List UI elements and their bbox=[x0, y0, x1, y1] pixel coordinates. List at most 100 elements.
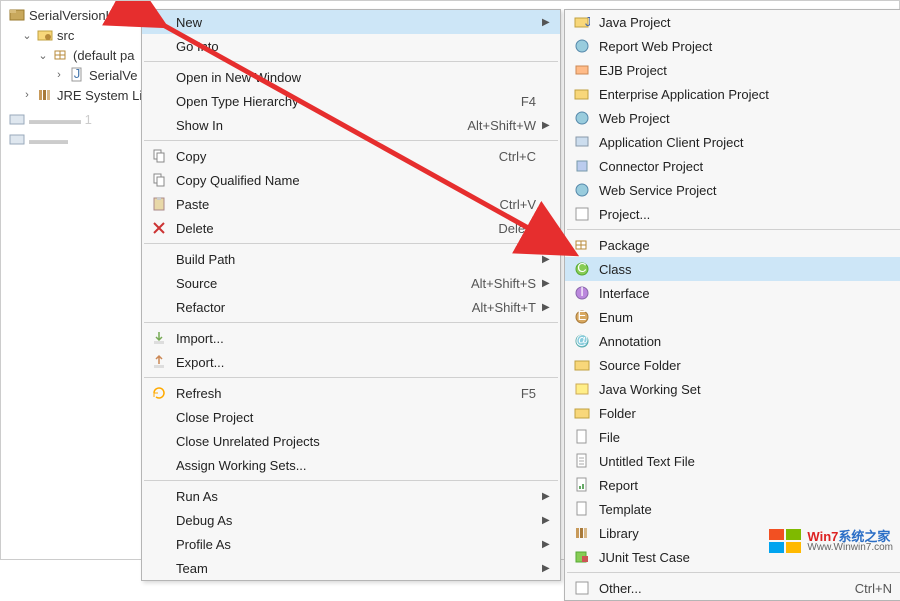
menu-java-project[interactable]: JJava Project bbox=[565, 10, 900, 34]
package-icon bbox=[571, 237, 593, 253]
menu-package[interactable]: Package bbox=[565, 233, 900, 257]
interface-icon: I bbox=[571, 285, 593, 301]
menu-assign-working-sets[interactable]: Assign Working Sets... bbox=[142, 453, 560, 477]
separator bbox=[144, 140, 558, 141]
watermark: Win7系统之家 Www.Winwin7.com bbox=[769, 527, 893, 555]
closed-project-icon bbox=[9, 131, 25, 147]
menu-enum[interactable]: EEnum bbox=[565, 305, 900, 329]
paste-icon bbox=[148, 196, 170, 212]
menu-other[interactable]: Other...Ctrl+N bbox=[565, 576, 900, 600]
submenu-arrow-icon: ▶ bbox=[542, 302, 554, 313]
svg-text:@: @ bbox=[575, 333, 588, 347]
submenu-arrow-icon: ▶ bbox=[542, 491, 554, 502]
text-file-icon bbox=[571, 453, 593, 469]
menu-refresh[interactable]: RefreshF5 bbox=[142, 381, 560, 405]
tree-jre-label: JRE System Li bbox=[57, 88, 142, 103]
menu-open-type-hierarchy[interactable]: Open Type HierarchyF4 bbox=[142, 89, 560, 113]
menu-export[interactable]: Export... bbox=[142, 350, 560, 374]
menu-folder[interactable]: Folder bbox=[565, 401, 900, 425]
menu-java-working-set[interactable]: Java Working Set bbox=[565, 377, 900, 401]
menu-new[interactable]: New▶ bbox=[142, 10, 560, 34]
tree-file-label: SerialVe bbox=[89, 68, 137, 83]
menu-build-path[interactable]: Build Path▶ bbox=[142, 247, 560, 271]
separator bbox=[567, 572, 900, 573]
copy-icon bbox=[148, 148, 170, 164]
windows-logo-icon bbox=[769, 527, 803, 555]
submenu-arrow-icon: ▶ bbox=[542, 120, 554, 131]
other-icon bbox=[571, 580, 593, 596]
menu-web-service-project[interactable]: Web Service Project bbox=[565, 178, 900, 202]
refresh-icon bbox=[148, 385, 170, 401]
connector-icon bbox=[571, 158, 593, 174]
menu-source-folder[interactable]: Source Folder bbox=[565, 353, 900, 377]
template-icon bbox=[571, 501, 593, 517]
menu-open-new-window[interactable]: Open in New Window bbox=[142, 65, 560, 89]
menu-debug-as[interactable]: Debug As▶ bbox=[142, 508, 560, 532]
separator bbox=[144, 61, 558, 62]
menu-web-project[interactable]: Web Project bbox=[565, 106, 900, 130]
enum-icon: E bbox=[571, 309, 593, 325]
separator bbox=[144, 480, 558, 481]
tree-src-label: src bbox=[57, 28, 74, 43]
menu-run-as[interactable]: Run As▶ bbox=[142, 484, 560, 508]
menu-delete[interactable]: DeleteDelete bbox=[142, 216, 560, 240]
working-set-icon bbox=[571, 381, 593, 397]
svg-text:I: I bbox=[580, 285, 584, 299]
library-icon bbox=[571, 525, 593, 541]
import-icon bbox=[148, 330, 170, 346]
menu-source[interactable]: SourceAlt+Shift+S▶ bbox=[142, 271, 560, 295]
svg-text:E: E bbox=[578, 309, 587, 323]
separator bbox=[144, 322, 558, 323]
context-menu: New▶ Go Into Open in New Window Open Typ… bbox=[141, 9, 561, 581]
annotation-icon: @ bbox=[571, 333, 593, 349]
source-folder-icon bbox=[571, 357, 593, 373]
tree-blur-label: ▬▬▬ bbox=[29, 132, 68, 147]
menu-profile-as[interactable]: Profile As▶ bbox=[142, 532, 560, 556]
submenu-arrow-icon: ▶ bbox=[542, 515, 554, 526]
new-submenu: JJava Project Report Web Project EJB Pro… bbox=[564, 9, 900, 601]
menu-file[interactable]: File bbox=[565, 425, 900, 449]
menu-paste[interactable]: PasteCtrl+V bbox=[142, 192, 560, 216]
menu-template[interactable]: Template bbox=[565, 497, 900, 521]
menu-report[interactable]: Report bbox=[565, 473, 900, 497]
export-icon bbox=[148, 354, 170, 370]
submenu-arrow-icon: ▶ bbox=[542, 254, 554, 265]
class-icon: C bbox=[571, 261, 593, 277]
menu-go-into[interactable]: Go Into bbox=[142, 34, 560, 58]
project-icon bbox=[571, 206, 593, 222]
menu-close-project[interactable]: Close Project bbox=[142, 405, 560, 429]
menu-enterprise-project[interactable]: Enterprise Application Project bbox=[565, 82, 900, 106]
menu-import[interactable]: Import... bbox=[142, 326, 560, 350]
menu-close-unrelated[interactable]: Close Unrelated Projects bbox=[142, 429, 560, 453]
menu-app-client-project[interactable]: Application Client Project bbox=[565, 130, 900, 154]
copy-icon bbox=[148, 172, 170, 188]
menu-refactor[interactable]: RefactorAlt+Shift+T▶ bbox=[142, 295, 560, 319]
menu-class[interactable]: CClass bbox=[565, 257, 900, 281]
enterprise-icon bbox=[571, 86, 593, 102]
submenu-arrow-icon: ▶ bbox=[542, 278, 554, 289]
menu-project[interactable]: Project... bbox=[565, 202, 900, 226]
menu-report-web-project[interactable]: Report Web Project bbox=[565, 34, 900, 58]
menu-untitled-text-file[interactable]: Untitled Text File bbox=[565, 449, 900, 473]
menu-ejb-project[interactable]: EJB Project bbox=[565, 58, 900, 82]
closed-project-icon bbox=[9, 111, 25, 127]
ejb-icon bbox=[571, 62, 593, 78]
separator bbox=[144, 243, 558, 244]
tree-blur-label: ▬▬▬▬ 1 bbox=[29, 112, 92, 127]
menu-connector-project[interactable]: Connector Project bbox=[565, 154, 900, 178]
menu-interface[interactable]: IInterface bbox=[565, 281, 900, 305]
separator bbox=[144, 377, 558, 378]
submenu-arrow-icon: ▶ bbox=[542, 539, 554, 550]
tree-project-label: SerialVersionUID bbox=[29, 8, 128, 23]
app-client-icon bbox=[571, 134, 593, 150]
java-project-icon bbox=[9, 7, 25, 23]
report-icon bbox=[571, 477, 593, 493]
submenu-arrow-icon: ▶ bbox=[542, 563, 554, 574]
separator bbox=[567, 229, 900, 230]
menu-copy[interactable]: CopyCtrl+C bbox=[142, 144, 560, 168]
file-icon bbox=[571, 429, 593, 445]
tree-package-label: (default pa bbox=[73, 48, 134, 63]
menu-show-in[interactable]: Show InAlt+Shift+W▶ bbox=[142, 113, 560, 137]
menu-annotation[interactable]: @Annotation bbox=[565, 329, 900, 353]
menu-copy-qualified[interactable]: Copy Qualified Name bbox=[142, 168, 560, 192]
